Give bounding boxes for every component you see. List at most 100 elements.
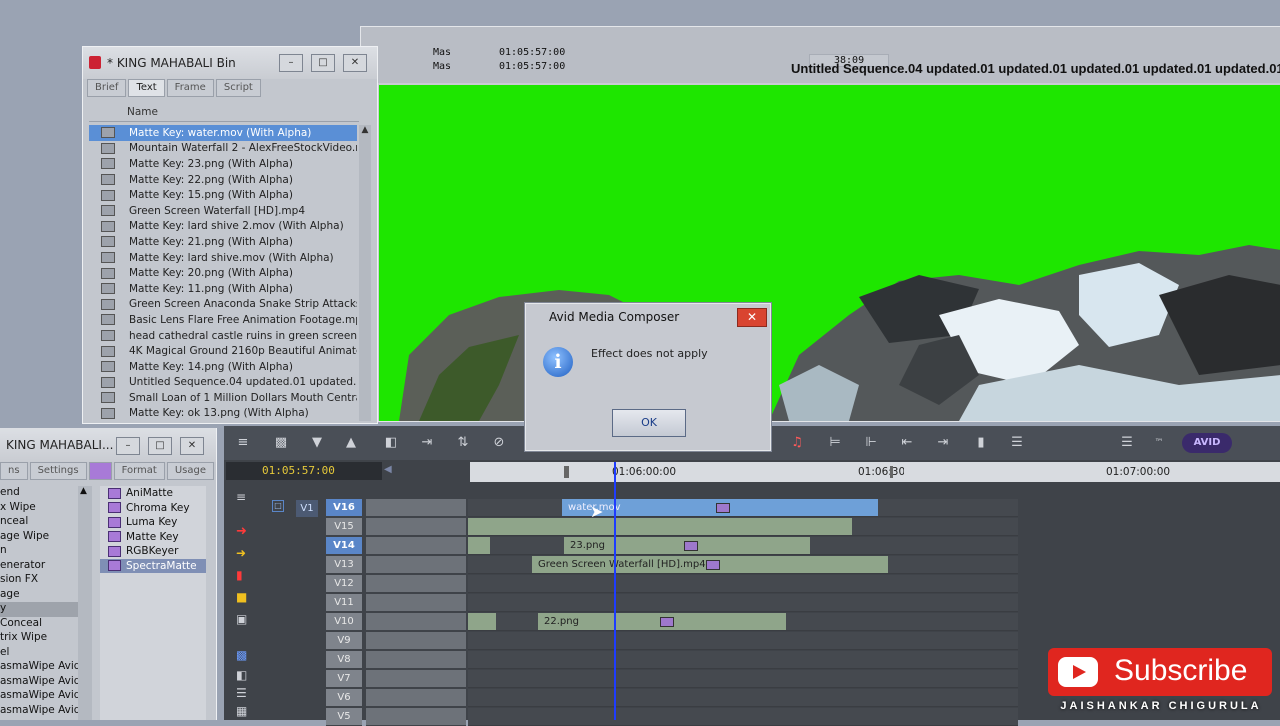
mark-out-icon[interactable] [890,466,893,478]
effect-list[interactable]: AniMatte Chroma Key Luma Key Matte Key RGBKe… [100,486,206,720]
track-lane[interactable]: 23.png [468,537,1018,555]
track-lane[interactable]: Green Screen Waterfall [HD].mp4 [468,556,1018,574]
tm-icon[interactable]: ™ [1150,434,1168,452]
effect-category-item[interactable]: y [0,602,78,617]
effect-category-item[interactable]: n [0,544,78,559]
view-icon[interactable]: ▩ [236,648,247,662]
top-bottom-icon[interactable]: ⇅ [454,434,472,452]
mark-in-icon[interactable] [564,466,569,478]
scroll-up-icon[interactable]: ▲ [80,486,87,496]
effect-category-item[interactable]: asmaWipe Avid E [0,689,78,704]
track-label-v15[interactable]: V15 [326,518,362,536]
timeline-clip[interactable]: water.mov [562,499,878,516]
bin-clip-row[interactable]: head cathedral castle ruins in green scr… [89,328,357,344]
ok-button[interactable]: OK [612,409,686,437]
effect-badge-icon[interactable] [706,560,720,570]
overwrite-icon[interactable]: ➜ [236,546,246,560]
effect-item[interactable]: AniMatte [100,486,206,501]
hamburger-icon[interactable]: ≡ [236,490,252,504]
track-label-v16[interactable]: V16 [326,499,362,517]
track-label-v5[interactable]: V5 [326,708,362,726]
effect-category-item[interactable]: asmaWipe Avid E [0,660,78,675]
arrow-right-icon[interactable]: ➜ [236,524,247,539]
tab-format[interactable]: Format [113,462,165,480]
bin-clip-row[interactable]: Matte Key: 20.png (With Alpha) [89,265,357,281]
close-icon[interactable]: ✕ [343,54,367,72]
bin-window[interactable]: * KING MAHABALI Bin – □ ✕ Brief Text Fra… [82,46,378,424]
list-icon[interactable]: ☰ [1008,434,1026,452]
timeline-clip[interactable] [468,518,852,535]
record-icon[interactable]: ▮ [236,568,243,582]
bin-titlebar[interactable]: * KING MAHABALI Bin – □ ✕ [83,47,377,79]
bin-clip-row[interactable]: Matte Key: 22.png (With Alpha) [89,172,357,188]
splice-in-icon[interactable]: ⇥ [418,434,436,452]
scroll-left-icon[interactable]: ◀ [384,464,392,475]
effect-category-item[interactable]: end [0,486,78,501]
effect-category-item[interactable]: sion FX [0,573,78,588]
effect-badge-icon[interactable] [684,541,698,551]
effect-category-item[interactable]: asmaWipe Avid E [0,675,78,690]
effect-category-item[interactable]: nceal [0,515,78,530]
track-label-v10[interactable]: V10 [326,613,362,631]
track-patch[interactable] [366,594,466,612]
track-lane[interactable]: water.mov [468,499,1018,517]
bin-clip-row[interactable]: Matte Key: 11.png (With Alpha) [89,281,357,297]
bin-clip-row[interactable]: Matte Key: 23.png (With Alpha) [89,156,357,172]
effect-palette-window[interactable]: KING MAHABALI... – □ ✕ ns Settings Forma… [0,428,217,720]
clip-icon[interactable]: ▣ [236,612,247,626]
timeline-clip[interactable]: 23.png [564,537,810,554]
bin-scrollbar[interactable]: ▲ [359,125,371,421]
timeline-clip[interactable] [468,537,490,554]
settings-icon[interactable]: ≡ [234,434,252,452]
category-scrollbar[interactable]: ▲ [78,486,92,720]
audio-icon[interactable]: ♫ [788,434,806,452]
close-icon[interactable]: ✕ [737,308,767,327]
step-back-icon[interactable]: ⇤ [898,434,916,452]
bin-clip-row[interactable]: Matte Key: water.mov (With Alpha) [89,125,357,141]
tab-effects[interactable]: ns [0,462,28,480]
tab-settings[interactable]: Settings [29,462,87,480]
track-lane[interactable] [468,689,1018,707]
playhead[interactable] [614,462,616,720]
mark-clip-icon[interactable]: ◧ [382,434,400,452]
grid-icon[interactable]: ▦ [236,704,247,718]
trim-left-icon[interactable]: ⊨ [826,434,844,452]
bin-clip-row[interactable]: Matte Key: lard shive.mov (With Alpha) [89,250,357,266]
track-patch[interactable] [366,613,466,631]
track-label-v14[interactable]: V14 [326,537,362,555]
track-patch[interactable] [366,575,466,593]
track-patch[interactable] [366,651,466,669]
maximize-icon[interactable]: □ [311,54,335,72]
effect-palette-titlebar[interactable]: KING MAHABALI... – □ ✕ [0,428,216,462]
track-label-v6[interactable]: V6 [326,689,362,707]
tab-brief[interactable]: Brief [87,79,127,97]
close-icon[interactable]: ✕ [180,437,204,455]
track-label-v11[interactable]: V11 [326,594,362,612]
track-lane[interactable] [468,670,1018,688]
bin-clip-row[interactable]: Green Screen Anaconda Snake Strip Attack… [89,297,357,313]
timeline-clip[interactable]: Green Screen Waterfall [HD].mp4 [532,556,888,573]
bin-clip-row[interactable]: Green Screen Waterfall [HD].mp4 [89,203,357,219]
bin-clip-row[interactable]: Matte Key: lard shive 2.mov (With Alpha) [89,219,357,235]
bin-clip-row[interactable]: Basic Lens Flare Free Animation Footage.… [89,312,357,328]
track-lane[interactable] [468,594,1018,612]
tab-script[interactable]: Script [215,79,261,97]
effect-item[interactable]: RGBKeyer [100,544,206,559]
bin-clip-row[interactable]: Untitled Sequence.04 updated.01 updated.… [89,375,357,391]
trim-right-icon[interactable]: ⊩ [862,434,880,452]
effect-badge-icon[interactable] [716,503,730,513]
track-patch[interactable] [366,689,466,707]
effect-category-item[interactable]: Conceal [0,617,78,632]
scroll-up-icon[interactable]: ▲ [359,125,371,137]
track-lane[interactable] [468,651,1018,669]
timeline-clip[interactable] [468,613,496,630]
lift-down-icon[interactable]: ▼ [308,434,326,452]
effect-category-item[interactable]: enerator [0,559,78,574]
step-forward-icon[interactable]: ⇥ [934,434,952,452]
effect-category-item[interactable]: age [0,588,78,603]
track-label-v7[interactable]: V7 [326,670,362,688]
menu-icon[interactable]: ☰ [1118,434,1136,452]
bin-clip-row[interactable]: Matte Key: ok 13.png (With Alpha) [89,406,357,421]
source-monitor-toggle-icon[interactable]: □ [272,500,284,512]
bin-clip-row[interactable]: Mountain Waterfall 2 - AlexFreeStockVide… [89,141,357,157]
